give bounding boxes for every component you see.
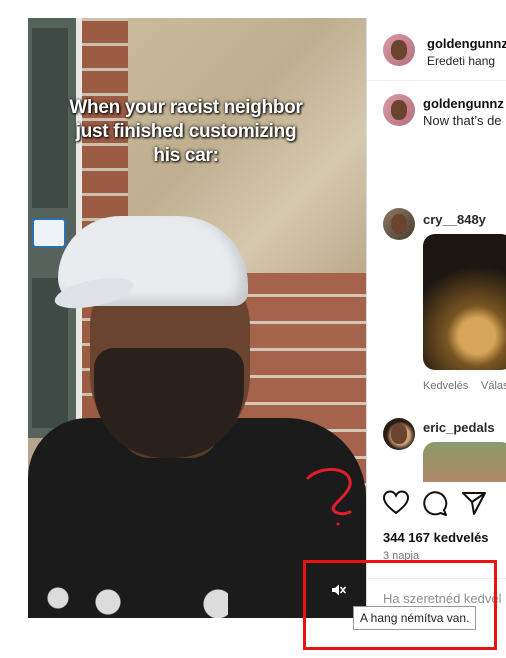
- comment-username[interactable]: eric_pedals: [423, 420, 495, 435]
- post-actions: [367, 488, 506, 528]
- caption-text: Now that’s de: [423, 113, 502, 128]
- comment-gif-thumbnail[interactable]: [423, 234, 506, 370]
- comment-avatar[interactable]: [383, 208, 415, 240]
- like-count[interactable]: 344 167 kedvelés: [383, 530, 489, 545]
- reel-video[interactable]: When your racist neighbor just finished …: [28, 18, 366, 618]
- caption-username[interactable]: goldengunnz: [423, 96, 504, 111]
- comment-reply-link[interactable]: Válas: [481, 380, 506, 392]
- post-sidebar: goldengunnz Eredeti hang goldengunnz Now…: [366, 18, 506, 618]
- red-highlight-box: [303, 560, 497, 650]
- owner-username[interactable]: goldengunnz: [427, 36, 506, 51]
- comment-like-link[interactable]: Kedvelés: [423, 380, 468, 392]
- caption-avatar[interactable]: [383, 94, 415, 126]
- mute-tooltip: A hang némítva van.: [353, 606, 477, 630]
- comment-icon[interactable]: [419, 488, 449, 518]
- post-viewer: When your racist neighbor just finished …: [28, 18, 506, 618]
- comment-gif-thumbnail[interactable]: [423, 442, 506, 482]
- shirt-print: [38, 578, 228, 618]
- video-caption: When your racist neighbor just finished …: [69, 97, 303, 166]
- audio-label[interactable]: Eredeti hang: [427, 54, 495, 68]
- send-icon[interactable]: [459, 488, 489, 518]
- comment-username[interactable]: cry__848y: [423, 212, 486, 227]
- red-annotation-mark: [306, 468, 352, 526]
- heart-icon[interactable]: [381, 488, 411, 518]
- comment-avatar[interactable]: [383, 418, 415, 450]
- window-sticker: [32, 218, 66, 248]
- owner-avatar[interactable]: [383, 34, 415, 66]
- post-header: goldengunnz Eredeti hang: [367, 18, 506, 81]
